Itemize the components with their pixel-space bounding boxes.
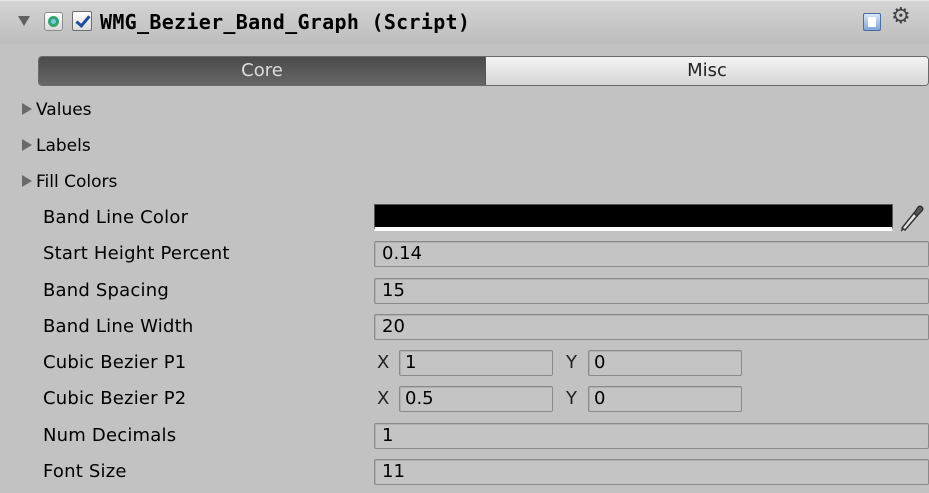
help-icon[interactable] [863, 13, 881, 31]
band-spacing-label: Band Spacing [43, 280, 169, 301]
cubic-bezier-p2-label: Cubic Bezier P2 [43, 388, 187, 409]
tab-core[interactable]: Core [39, 57, 486, 85]
foldout-label: Labels [36, 136, 91, 156]
gear-icon[interactable]: ⚙ [891, 4, 911, 29]
p2-x-field[interactable]: 0.5 [399, 386, 553, 412]
expand-arrow-icon [22, 102, 32, 115]
num-decimals-field[interactable]: 1 [374, 423, 929, 449]
p2-y-field[interactable]: 0 [588, 386, 742, 412]
start-height-percent-label: Start Height Percent [43, 243, 230, 264]
tab-misc[interactable]: Misc [486, 57, 928, 85]
enable-checkbox[interactable] [72, 11, 92, 31]
script-icon [44, 12, 63, 31]
foldout-label: Values [36, 100, 92, 120]
expand-arrow-icon [22, 174, 32, 187]
eyedropper-icon[interactable] [898, 202, 924, 232]
band-spacing-field[interactable]: 15 [374, 278, 929, 304]
p2-x-label: X [377, 388, 390, 409]
foldout-labels[interactable]: Labels [22, 128, 91, 164]
expand-arrow-icon [22, 138, 32, 151]
p2-y-label: Y [566, 388, 577, 409]
band-line-width-field[interactable]: 20 [374, 314, 929, 340]
foldout-values[interactable]: Values [22, 92, 92, 128]
component-header: WMG_Bezier_Band_Graph (Script) ⚙ [0, 0, 929, 44]
num-decimals-label: Num Decimals [43, 425, 177, 446]
band-line-width-label: Band Line Width [43, 316, 194, 337]
font-size-field[interactable]: 11 [374, 459, 929, 485]
band-line-color-label: Band Line Color [43, 207, 189, 228]
foldout-label: Fill Colors [36, 172, 118, 192]
font-size-label: Font Size [43, 461, 127, 482]
p1-y-field[interactable]: 0 [588, 350, 742, 376]
band-line-color-field[interactable] [374, 204, 893, 231]
tab-bar: Core Misc [38, 56, 929, 86]
cubic-bezier-p1-label: Cubic Bezier P1 [43, 352, 187, 373]
component-title: WMG_Bezier_Band_Graph (Script) [100, 10, 471, 34]
start-height-percent-field[interactable]: 0.14 [374, 241, 929, 267]
foldout-fill-colors[interactable]: Fill Colors [22, 164, 117, 200]
p1-x-field[interactable]: 1 [399, 350, 553, 376]
fold-arrow-icon[interactable] [18, 16, 30, 26]
p1-y-label: Y [566, 352, 577, 373]
p1-x-label: X [377, 352, 390, 373]
